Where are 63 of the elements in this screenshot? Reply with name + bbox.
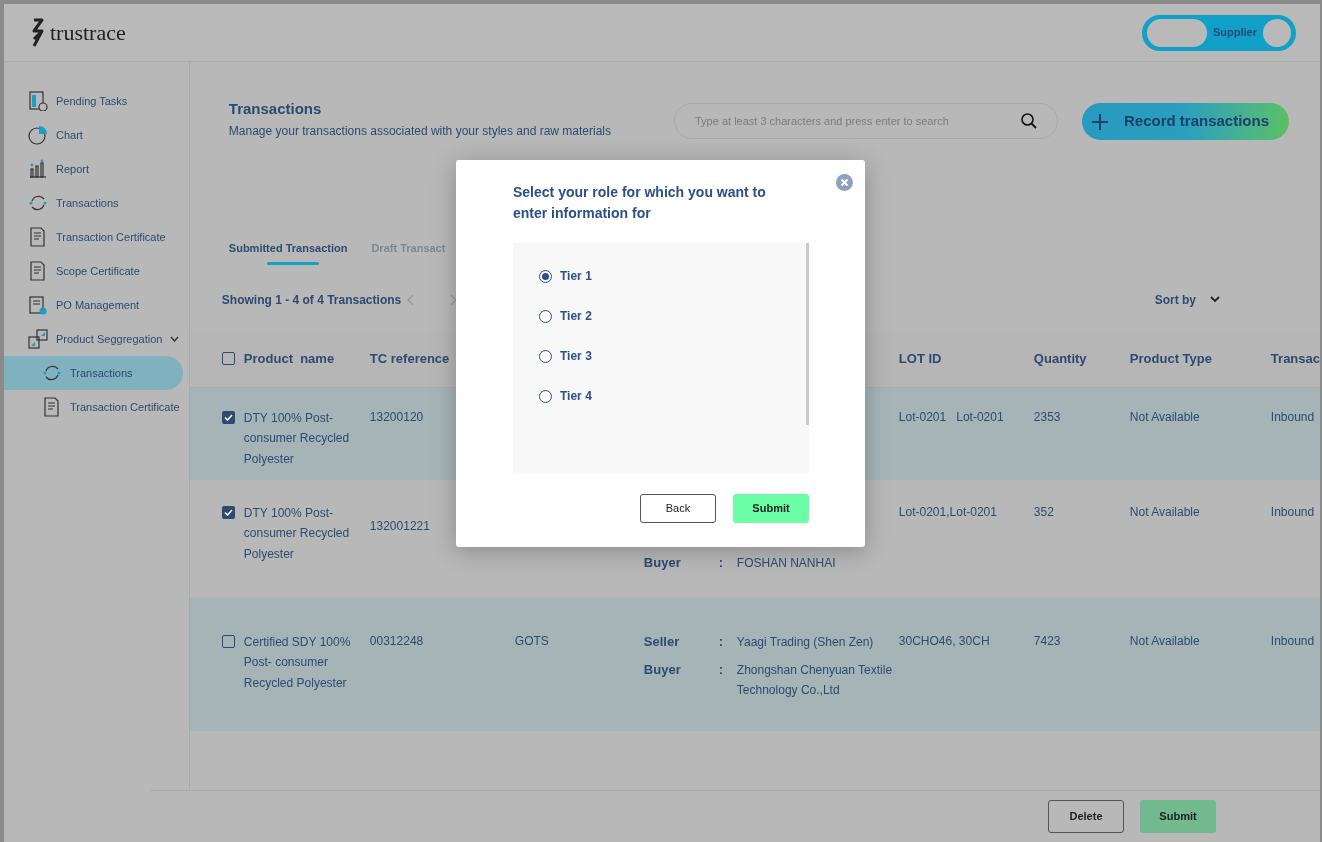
toggle-label: Supplier — [1213, 25, 1257, 41]
separator: : — [718, 660, 725, 679]
party-role: Seller — [643, 632, 681, 651]
delete-button[interactable]: Delete — [1048, 800, 1124, 833]
separator: : — [718, 553, 725, 572]
table-cell-text: DTY 100% Post-consumer Recycled Polyester — [243, 504, 351, 563]
radio-option[interactable]: Tier 4 — [539, 387, 809, 405]
page-title: Transactions — [228, 100, 323, 118]
table-cell-text: Inbound — [1270, 503, 1316, 521]
sidebar-item[interactable]: Transactions — [4, 186, 189, 220]
column-header: Transac — [1270, 349, 1320, 368]
table-cell-text: 352 — [1033, 503, 1055, 521]
column-header: Product name — [243, 349, 336, 368]
party-role: Buyer — [643, 660, 682, 679]
table-cell-text: Not Available — [1129, 408, 1201, 426]
modal-title: Select your role for which you want to enter information for — [513, 183, 767, 223]
sidebar-item[interactable]: PO Management — [4, 288, 189, 322]
table-cell-text: Not Available — [1129, 503, 1201, 521]
table-cell-text: Inbound — [1270, 632, 1316, 650]
column-header: Product Type — [1129, 349, 1213, 368]
table-cell-text: 30CHO46, 30CH — [898, 632, 991, 650]
sidebar-item[interactable]: Scope Certificate — [4, 254, 189, 288]
radio-option[interactable]: Tier 1 — [539, 267, 809, 285]
back-button[interactable]: Back — [640, 494, 716, 523]
submit-button[interactable]: Submit — [1140, 800, 1216, 833]
sidebar-item[interactable]: Chart — [4, 118, 189, 152]
table-cell-text: 132001221 — [369, 517, 431, 535]
role-toggle[interactable]: Supplier — [1142, 14, 1296, 51]
sidebar-item[interactable]: Transaction Certificate — [4, 220, 189, 254]
logo-text: trustrace — [50, 19, 126, 47]
table-cell-text: Lot-0201 Lot-0201 — [898, 408, 1005, 426]
table-cell-text: Inbound — [1270, 408, 1316, 426]
results-summary: Showing 1 - 4 of 4 Transactions — [221, 291, 402, 309]
separator: : — [718, 632, 725, 651]
sidebar-item[interactable]: Transactions — [4, 356, 183, 390]
party-role: Buyer — [643, 553, 682, 572]
table-cell-text: 7423 — [1033, 632, 1062, 650]
table-cell-text: 00312248 — [369, 632, 425, 650]
table-cell-text: 13200120 — [369, 408, 425, 426]
column-header: Quantity — [1033, 349, 1088, 368]
column-header: LOT ID — [898, 349, 943, 368]
party-name: FOSHAN NANHAI — [736, 554, 837, 572]
sidebar-item[interactable]: Transaction Certificate — [4, 390, 183, 424]
party-name: Zhongshan Chenyuan Textile Technology Co.,Ltd — [736, 661, 894, 699]
table-cell-text: Certified SDY 100% Post- consumer Recycled Polyester — [243, 633, 352, 692]
table-cell-text: GOTS — [514, 632, 550, 650]
column-header: TC reference — [369, 349, 451, 368]
party-name: Yaagi Trading (Shen Zen) — [736, 633, 875, 651]
sidebar-item[interactable]: Pending Tasks — [4, 84, 189, 118]
tab[interactable]: Submitted Transaction — [228, 240, 348, 265]
submit-button[interactable]: Submit — [733, 494, 809, 523]
table-cell-text: DTY 100% Post-consumer Recycled Polyester — [243, 409, 351, 468]
radio-option[interactable]: Tier 2 — [539, 307, 809, 325]
search-field[interactable]: Type at least 3 characters and press enter to search — [674, 103, 1058, 139]
radio-option[interactable]: Tier 3 — [539, 347, 809, 365]
sidebar-item[interactable]: Product Seggregation — [4, 322, 189, 356]
sort-dropdown[interactable]: Sort by — [1154, 290, 1220, 309]
table-cell-text: 2353 — [1033, 408, 1062, 426]
table-cell-text: Not Available — [1129, 632, 1201, 650]
record-transactions-button[interactable]: Record transactions — [1082, 103, 1289, 140]
page-subtitle: Manage your transactions associated with your styles and raw materials — [228, 123, 612, 140]
table-cell-text: Lot-0201,Lot-0201 — [898, 503, 998, 521]
sidebar-item[interactable]: Report — [4, 152, 189, 186]
